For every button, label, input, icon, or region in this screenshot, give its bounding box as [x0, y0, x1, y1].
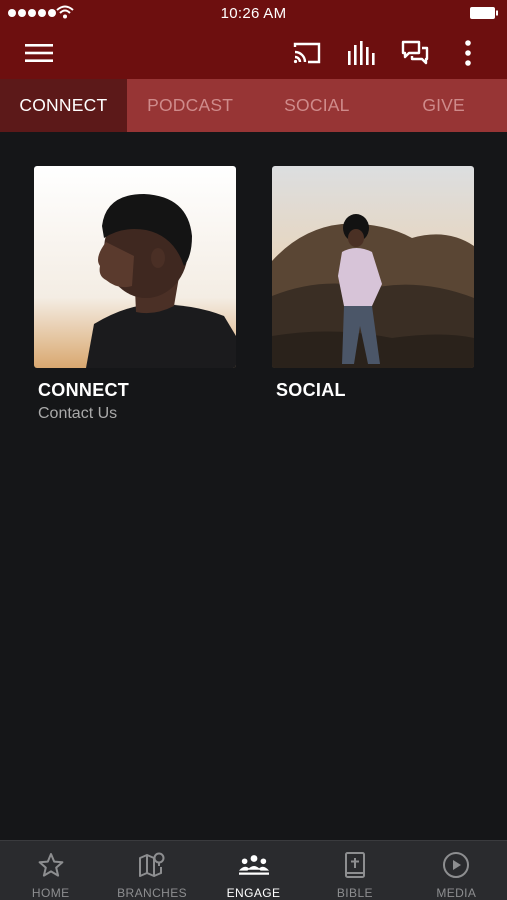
- nav-label: MEDIA: [436, 886, 477, 900]
- cast-icon: [293, 42, 321, 64]
- nav-home[interactable]: HOME: [0, 841, 101, 900]
- more-vertical-icon: [465, 40, 471, 66]
- card-subtitle: Contact Us: [38, 405, 118, 422]
- top-tabs: CONNECT PODCAST SOCIAL GIVE: [0, 79, 507, 132]
- chat-bubbles-icon: [401, 40, 429, 65]
- map-pin-icon: [139, 852, 165, 877]
- tab-give[interactable]: GIVE: [380, 79, 507, 132]
- tab-connect[interactable]: CONNECT: [0, 79, 127, 132]
- nav-bible[interactable]: BIBLE: [304, 841, 405, 900]
- card-social[interactable]: SOCIAL: [272, 166, 474, 401]
- group-icon: [238, 855, 269, 875]
- nav-label: ENGAGE: [226, 886, 281, 900]
- card-connect[interactable]: CONNECT Contact Us: [34, 166, 236, 423]
- card-title: CONNECT: [38, 380, 130, 400]
- connect-photo: [34, 166, 236, 368]
- chat-button[interactable]: [396, 34, 434, 72]
- menu-button[interactable]: [20, 34, 58, 72]
- more-options-button[interactable]: [449, 34, 487, 72]
- cast-button[interactable]: [288, 34, 326, 72]
- tab-social[interactable]: SOCIAL: [254, 79, 381, 132]
- star-icon: [38, 853, 64, 877]
- nav-label: BIBLE: [336, 886, 373, 900]
- card-title: SOCIAL: [276, 380, 346, 400]
- nav-label: HOME: [31, 886, 70, 900]
- nav-branches[interactable]: BRANCHES: [101, 841, 202, 900]
- status-time: 10:26 AM: [220, 5, 287, 22]
- hamburger-menu-icon: [25, 44, 53, 62]
- social-photo: [272, 166, 474, 368]
- bible-icon: [344, 852, 365, 878]
- app-bar: [0, 26, 507, 79]
- battery-icon: [470, 7, 498, 19]
- tab-podcast[interactable]: PODCAST: [127, 79, 254, 132]
- play-circle-icon: [443, 852, 470, 878]
- nav-engage[interactable]: ENGAGE: [203, 841, 304, 900]
- equalizer-icon: [348, 41, 375, 65]
- nav-label: BRANCHES: [117, 886, 188, 900]
- status-bar: 10:26 AM: [0, 0, 507, 26]
- nav-media[interactable]: MEDIA: [406, 841, 507, 900]
- audio-levels-button[interactable]: [342, 34, 380, 72]
- bottom-nav: HOME BRANCHES ENGAGE BIBLE MEDIA: [0, 840, 507, 900]
